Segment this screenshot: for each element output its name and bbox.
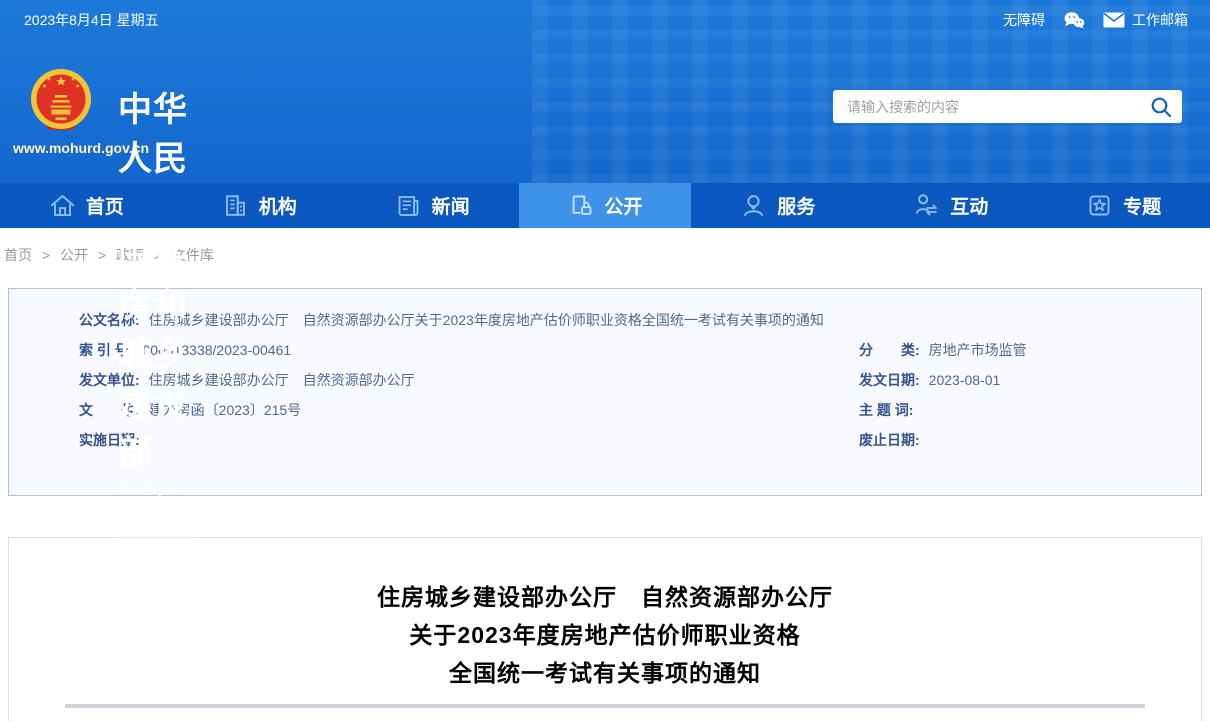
document-title-line: 关于2023年度房地产估价师职业资格 [9,616,1201,654]
meta-label: 废止日期: [859,432,920,448]
site-header: www.mohurd.gov.cn 中华人民共和国住房和城乡建设部 Minist… [0,40,1210,183]
top-bar: 2023年8月4日 星期五 无障碍 [0,0,1210,40]
meta-row-repeal-date: 废止日期: [859,430,1181,451]
work-email-label: 工作邮箱 [1132,10,1188,30]
nav-tab-news[interactable]: 新闻 [346,183,519,228]
nav-tab-label: 公开 [605,192,643,219]
work-email-link[interactable]: 工作邮箱 [1103,10,1188,30]
nav-tab-interaction[interactable]: 互动 [864,183,1037,228]
meta-column-right: 分 类: 房地产市场监管 发文日期: 2023-08-01 主 题 词: 废止日期: [859,340,1181,460]
nav-tab-home[interactable]: 首页 [0,183,173,228]
nav-tab-services[interactable]: 服务 [691,183,864,228]
current-date: 2023年8月4日 星期五 [24,10,159,30]
mail-icon [1103,12,1125,28]
search-box [833,90,1182,123]
interaction-icon [913,192,940,219]
site-title: 中华人民共和国住房和城乡建设部 [118,82,197,474]
main-nav: 首页 机构 新闻 公开 服务 [0,183,1210,228]
breadcrumb-disclosure[interactable]: 公开 [60,247,88,263]
breadcrumb-home[interactable]: 首页 [4,247,32,263]
document-divider [65,704,1145,708]
meta-row-subject-terms: 主 题 词: [859,400,1181,421]
meta-value: 房地产市场监管 [929,342,1027,358]
meta-label: 分 类: [859,342,920,358]
nav-tab-disclosure[interactable]: 公开 [519,183,692,228]
search-input[interactable] [847,99,1150,115]
meta-value: 2023-08-01 [929,372,1001,388]
nav-tab-label: 机构 [259,192,297,219]
national-emblem-icon [30,68,92,141]
meta-row-issue-date: 发文日期: 2023-08-01 [859,370,1181,391]
meta-value: 住房城乡建设部办公厅 自然资源部办公厅关于2023年度房地产估价师职业资格全国统… [149,312,824,328]
breadcrumb-separator: > [42,247,50,263]
meta-label: 发文日期: [859,372,920,388]
accessibility-link[interactable]: 无障碍 [1003,10,1045,30]
site-subtitle: Ministry of Housing and Urban-Rural Deve… [118,482,197,602]
nav-tab-organization[interactable]: 机构 [173,183,346,228]
meta-row-document-name: 公文名称:住房城乡建设部办公厅 自然资源部办公厅关于2023年度房地产估价师职业… [79,310,1181,331]
topbar-links: 无障碍 [1003,10,1188,30]
topics-icon [1086,192,1113,219]
disclosure-icon [568,192,595,219]
nav-tab-topics[interactable]: 专题 [1037,183,1210,228]
organization-icon [222,192,249,219]
home-icon [49,192,76,219]
news-icon [395,192,422,219]
nav-tab-label: 专题 [1123,192,1161,219]
nav-tab-label: 首页 [86,192,124,219]
nav-tab-label: 新闻 [432,192,470,219]
services-icon [740,192,767,219]
document-title-line: 全国统一考试有关事项的通知 [9,654,1201,692]
search-icon[interactable] [1150,96,1172,118]
masthead: 2023年8月4日 星期五 无障碍 [0,0,1210,183]
nav-tab-label: 服务 [777,192,815,219]
meta-row-category: 分 类: 房地产市场监管 [859,340,1181,361]
site-title-block: 中华人民共和国住房和城乡建设部 Ministry of Housing and … [118,82,197,602]
meta-label: 主 题 词: [859,402,913,418]
accessibility-label: 无障碍 [1003,10,1045,30]
wechat-icon[interactable] [1063,11,1085,29]
breadcrumb-separator: > [98,247,106,263]
nav-tab-label: 互动 [950,192,988,219]
